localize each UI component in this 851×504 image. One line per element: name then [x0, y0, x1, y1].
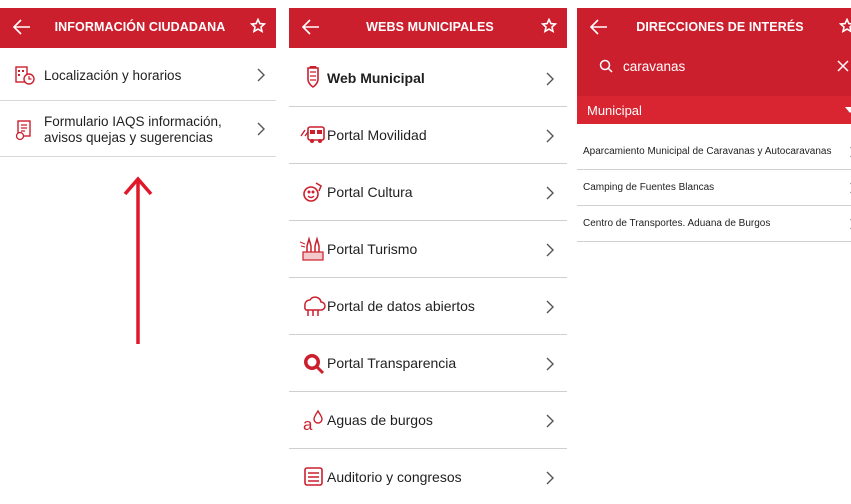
list-item-portal-turismo[interactable]: Portal Turismo	[289, 221, 567, 278]
chevron-right-icon	[546, 129, 554, 143]
cloud-data-icon	[304, 296, 326, 316]
list-item-portal-datos-abiertos[interactable]: Portal de datos abiertos	[289, 278, 567, 335]
back-arrow-icon[interactable]	[12, 17, 32, 37]
page-title: WEBS MUNICIPALES	[366, 20, 494, 34]
chevron-right-icon	[257, 68, 265, 82]
favorite-star-icon[interactable]	[541, 18, 557, 34]
culture-icon	[303, 182, 322, 202]
page-title: DIRECCIONES DE INTERÉS	[636, 20, 804, 34]
result-item[interactable]: Centro de Transportes. Aduana de Burgos	[577, 206, 851, 242]
annotation-up-arrow	[123, 176, 153, 344]
result-item[interactable]: Camping de Fuentes Blancas	[577, 170, 851, 206]
result-item-label: Centro de Transportes. Aduana de Burgos	[583, 218, 771, 229]
list-item-label: Aguas de burgos	[327, 412, 433, 428]
chevron-right-icon	[546, 357, 554, 371]
magnifier-icon	[304, 354, 325, 375]
search-icon	[599, 59, 613, 73]
list-item-label: Portal de datos abiertos	[327, 298, 475, 314]
favorite-star-icon[interactable]	[250, 18, 266, 34]
bus-icon	[300, 126, 325, 143]
list-item-localizacion[interactable]: Localización y horarios	[0, 49, 276, 101]
list-item-label: Formulario IAQS información, avisos quej…	[44, 114, 222, 145]
chevron-right-icon	[546, 243, 554, 257]
list-item-formulario-iaqs[interactable]: Formulario IAQS información, avisos quej…	[0, 101, 276, 157]
chevron-down-icon	[845, 107, 851, 113]
list-item-portal-transparencia[interactable]: Portal Transparencia	[289, 335, 567, 392]
app-header: WEBS MUNICIPALES	[289, 8, 567, 48]
direcciones-de-interes-screen: DIRECCIONES DE INTERÉS Municipal Aparcam…	[577, 0, 851, 504]
water-drop-icon: a	[303, 409, 323, 433]
search-bar	[577, 47, 851, 87]
list-item-label: Auditorio y congresos	[327, 469, 462, 485]
informacion-ciudadana-screen: INFORMACIÓN CIUDADANA Localización y hor…	[0, 0, 276, 504]
favorite-star-icon[interactable]	[839, 18, 851, 34]
chevron-right-icon	[546, 186, 554, 200]
list-item-portal-cultura[interactable]: Portal Cultura	[289, 164, 567, 221]
clock-building-icon	[15, 66, 35, 85]
list-item-web-municipal[interactable]: Web Municipal	[289, 50, 567, 107]
back-arrow-icon[interactable]	[589, 17, 609, 37]
list-item-label: Portal Transparencia	[327, 355, 457, 371]
list-item-label: Localización y horarios	[44, 68, 182, 83]
form-icon	[15, 120, 31, 141]
coat-of-arms-icon	[307, 66, 319, 88]
chevron-right-icon	[546, 300, 554, 314]
app-header: INFORMACIÓN CIUDADANA	[0, 8, 276, 48]
back-arrow-icon[interactable]	[301, 17, 321, 37]
result-item[interactable]: Aparcamiento Municipal de Caravanas y Au…	[577, 134, 851, 170]
page-title: INFORMACIÓN CIUDADANA	[54, 20, 226, 34]
list-item-label: Portal Cultura	[327, 184, 413, 200]
list-item-label: Portal Turismo	[327, 241, 418, 257]
list-item-label: Portal Movilidad	[327, 127, 427, 143]
list-item-label: Web Municipal	[327, 70, 425, 86]
document-icon	[304, 467, 323, 486]
result-item-label: Aparcamiento Municipal de Caravanas y Au…	[583, 146, 832, 157]
chevron-right-icon	[546, 72, 554, 86]
svg-text:a: a	[303, 415, 313, 433]
cathedral-icon	[299, 236, 324, 261]
result-item-label: Camping de Fuentes Blancas	[583, 182, 715, 193]
filter-selected-value: Municipal	[587, 103, 642, 118]
list-item-aguas-de-burgos[interactable]: a Aguas de burgos	[289, 392, 567, 449]
webs-municipales-screen: WEBS MUNICIPALES Web Municipal Portal Mo…	[289, 0, 567, 504]
chevron-right-icon	[546, 414, 554, 428]
list-item-auditorio-y-congresos[interactable]: Auditorio y congresos	[289, 449, 567, 504]
chevron-right-icon	[546, 471, 554, 485]
search-input[interactable]	[623, 55, 803, 77]
list-item-portal-movilidad[interactable]: Portal Movilidad	[289, 107, 567, 164]
chevron-right-icon	[257, 122, 265, 136]
close-icon[interactable]	[837, 60, 849, 72]
category-filter-dropdown[interactable]: Municipal	[577, 96, 851, 124]
